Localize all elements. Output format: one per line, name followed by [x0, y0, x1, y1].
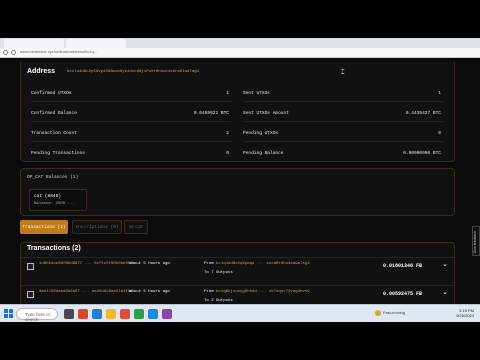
page-content: Address bc1lu4d8c2p59vp4368mzm6yk4dvcd8j…	[0, 58, 480, 304]
stat-value: 1	[438, 91, 441, 96]
row-checkbox[interactable]	[27, 263, 34, 270]
back-icon[interactable]	[3, 50, 8, 55]
tx-from-address[interactable]: bc1q4dd8c2q9pmqa ... xccbRr0hu4ea9a7ag3	[216, 262, 310, 266]
clock-date: 9/25/2024	[456, 313, 474, 318]
url-text[interactable]: www.bestinslot.xyz/ordinals/address/bc1q…	[20, 49, 97, 54]
tx-amount: 0.00592475 FB	[382, 291, 422, 297]
token-item[interactable]: cat (8840) Balance: 2000 ...	[29, 189, 87, 211]
search-placeholder: Type here to search	[25, 312, 51, 322]
token-name: cat (8840)	[34, 194, 62, 199]
stat-label: Pending UTXOs	[243, 131, 279, 136]
address-value[interactable]: bc1lu4d8c2p59vp4368mzm6yk4dvcd8jsPs0r0hh…	[67, 70, 199, 74]
token-balance: Balance: 2000 ...	[34, 202, 75, 206]
stat-sent-utxos-amount: Sent UTXOs Amount 0.4435427 BTC	[243, 106, 443, 122]
tx-outputs: To 2 Outputs	[204, 299, 233, 303]
stat-confirmed-utxos: Confirmed UTXOs 1	[31, 86, 231, 102]
app-icon[interactable]	[120, 309, 130, 319]
address-title: Address	[27, 68, 56, 75]
tx-time: about 5 hours ago	[129, 262, 170, 266]
transaction-row[interactable]: 1d8b5dce89f8bd9977 ... 6cf1c5f90b0be8f2e…	[21, 257, 454, 285]
edge-icon[interactable]	[92, 309, 102, 319]
stat-transaction-count: Transaction Count 2	[31, 126, 231, 142]
feedback-label: Give feedback	[473, 231, 477, 254]
windows-start-icon[interactable]	[4, 309, 13, 318]
task-view-icon[interactable]	[64, 309, 74, 319]
stat-confirmed-balance: Confirmed Balance 0.0489021 BTC	[31, 106, 231, 122]
tx-outputs: To 7 Outputs	[204, 271, 233, 275]
stat-value: 0	[438, 131, 441, 136]
stat-label: Sent UTXOs	[243, 91, 271, 96]
stat-pending-utxos: Pending UTXOs 0	[243, 126, 443, 142]
op-cat-balances-card: OP_CAT Balances (1) cat (8840) Balance: …	[20, 168, 455, 216]
stat-label: Confirmed UTXOs	[31, 91, 72, 96]
stat-label: Transaction Count	[31, 131, 77, 136]
transactions-card: Transactions (2) 1d8b5dce89f8bd9977 ... …	[20, 242, 455, 304]
stat-value: 0.4435427 BTC	[405, 111, 441, 116]
stat-value: 0.0489021 BTC	[193, 111, 229, 116]
browser-tab[interactable]	[66, 39, 126, 48]
tab-inscriptions[interactable]: Inscriptions (0)	[72, 220, 122, 234]
stat-pending-transactions: Pending Transactions 0	[31, 146, 231, 162]
browser-address-bar[interactable]: www.bestinslot.xyz/ordinals/address/bc1q…	[0, 48, 480, 58]
tx-from: From bc1q8kjxunyg6hh4d ... xk7zqsr72vag4…	[204, 290, 310, 294]
app-icon[interactable]	[78, 309, 88, 319]
tx-from-label: From	[204, 262, 214, 266]
chevron-down-icon[interactable]: ⌄	[442, 288, 448, 296]
transactions-title: Transactions (2)	[27, 245, 81, 252]
stat-pending-balance: Pending Balance 0.00000000 BTC	[243, 146, 443, 162]
os-taskbar: Type here to search Fast-moving 3:15 PM …	[0, 304, 480, 322]
tx-time: about 5 hours ago	[129, 290, 170, 294]
weather-text: Fast-moving	[383, 310, 406, 316]
letterbox-bottom	[0, 322, 480, 360]
chevron-down-icon[interactable]: ⌄	[442, 260, 448, 268]
taskbar-search-input[interactable]: Type here to search	[16, 308, 58, 322]
tx-from-label: From	[204, 290, 214, 294]
tab-brc20[interactable]: Brc20	[124, 220, 148, 234]
stat-sent-utxos: Sent UTXOs 1	[243, 86, 443, 102]
row-checkbox[interactable]	[27, 291, 34, 298]
weather-widget[interactable]: Fast-moving	[375, 310, 405, 316]
browser-tab[interactable]	[4, 39, 64, 48]
tx-id[interactable]: 8ab1780daad6b6a07 ... aa30d9c8ea51b4f8f	[39, 290, 133, 294]
feedback-button[interactable]: Give feedback	[472, 226, 480, 256]
stat-label: Pending Transactions	[31, 151, 86, 156]
tx-amount: 0.01801346 FB	[382, 263, 422, 269]
tx-from-address[interactable]: bc1q8kjxunyg6hh4d ... xk7zqsr72vag4hvs9	[216, 290, 310, 294]
stat-value: 0	[226, 151, 229, 156]
address-header: Address bc1lu4d8c2p59vp4368mzm6yk4dvcd8j…	[21, 66, 454, 80]
stat-value: 2	[226, 131, 229, 136]
stat-label: Sent UTXOs Amount	[243, 111, 289, 116]
browser-tabstrip	[0, 38, 480, 48]
stat-value: 0.00000000 BTC	[403, 151, 441, 156]
balances-title: OP_CAT Balances (1)	[27, 175, 79, 180]
app-icon[interactable]	[162, 309, 172, 319]
file-explorer-icon[interactable]	[106, 309, 116, 319]
letterbox-top	[0, 0, 480, 38]
stat-value: 1	[226, 91, 229, 96]
stat-label: Pending Balance	[243, 151, 284, 156]
tx-id[interactable]: 1d8b5dce89f8bd9977 ... 6cf1c5f90b0be8f2e	[39, 262, 135, 266]
cursor-icon: ⌶	[341, 70, 345, 76]
address-card: Address bc1lu4d8c2p59vp4368mzm6yk4dvcd8j…	[20, 62, 455, 162]
system-clock[interactable]: 3:15 PM 9/25/2024	[456, 308, 474, 318]
weather-icon	[375, 310, 381, 316]
tab-transactions[interactable]: Transactions (2)	[20, 220, 68, 234]
reload-icon[interactable]	[11, 50, 16, 55]
app-icon[interactable]	[148, 309, 158, 319]
stat-label: Confirmed Balance	[31, 111, 77, 116]
transaction-row[interactable]: 8ab1780daad6b6a07 ... aa30d9c8ea51b4f8f …	[21, 285, 454, 304]
app-icon[interactable]	[134, 309, 144, 319]
tx-from: From bc1q4dd8c2q9pmqa ... xccbRr0hu4ea9a…	[204, 262, 310, 266]
